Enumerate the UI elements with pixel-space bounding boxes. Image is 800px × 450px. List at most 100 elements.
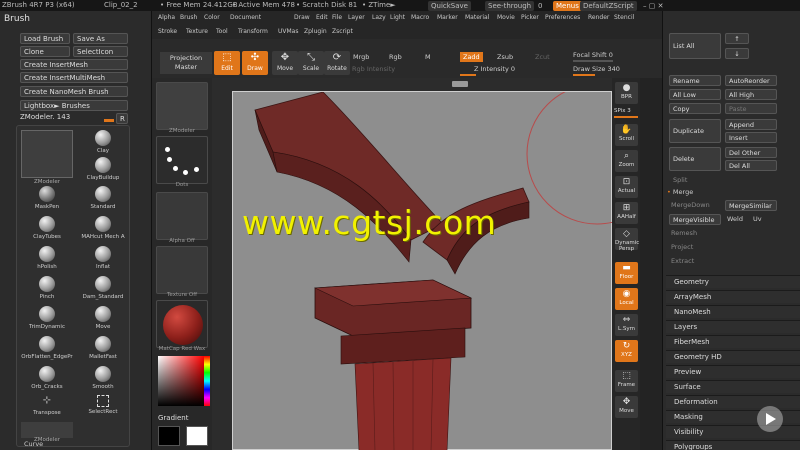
nanomesh-subpalette[interactable]: NanoMesh <box>666 305 800 318</box>
create-nanomesh-button[interactable]: Create NanoMesh Brush <box>20 86 128 97</box>
menu-zscript[interactable]: Zscript <box>332 28 353 35</box>
paste-button[interactable]: Paste <box>725 103 777 114</box>
rgb-button[interactable]: Rgb <box>389 53 402 61</box>
curve-subpalette[interactable]: Curve <box>24 440 43 448</box>
list-all-button[interactable]: List All <box>669 33 721 59</box>
brush-move[interactable]: Move <box>75 306 131 334</box>
bpr-button[interactable]: ● BPR <box>615 82 638 104</box>
viewport-scroll-handle[interactable] <box>452 81 468 87</box>
floor-button[interactable]: ▬ Floor <box>615 262 638 284</box>
mrgb-button[interactable]: Mrgb <box>353 53 369 61</box>
menus-button[interactable]: Menus <box>553 1 582 11</box>
menu-marker[interactable]: Marker <box>437 14 458 21</box>
menu-lazy[interactable]: Lazy <box>372 14 386 21</box>
m-button[interactable]: M <box>425 53 431 61</box>
menu-light[interactable]: Light <box>390 14 405 21</box>
split-subpalette[interactable]: Split <box>673 176 687 184</box>
zoom-button[interactable]: ⌕ Zoom <box>615 150 638 172</box>
menu-draw[interactable]: Draw <box>294 14 310 21</box>
r-button[interactable]: R <box>116 113 128 124</box>
menu-picker[interactable]: Picker <box>521 14 539 21</box>
brush-claytubes[interactable]: ClayTubes <box>19 216 75 244</box>
zmodeler-thumb[interactable] <box>21 130 73 178</box>
zcut-button[interactable]: Zcut <box>535 53 550 61</box>
uv-button[interactable]: Uv <box>753 215 762 223</box>
brush-maskpen[interactable]: MaskPen <box>19 186 75 214</box>
brush-slider[interactable] <box>104 119 114 122</box>
tool-thumbnail[interactable] <box>156 82 208 130</box>
mergevisible-button[interactable]: MergeVisible <box>669 214 721 225</box>
spix-slider[interactable]: SPix 3 <box>614 108 631 114</box>
brush-orbflatten[interactable]: OrbFlatten_EdgePr <box>19 336 75 364</box>
menu-zplugin[interactable]: Zplugin <box>304 28 327 35</box>
brush-dam-standard[interactable]: Dam_Standard <box>75 276 131 304</box>
brush-pinch[interactable]: Pinch <box>19 276 75 304</box>
create-insertmesh-button[interactable]: Create InsertMesh <box>20 59 128 70</box>
menu-color[interactable]: Color <box>204 14 220 21</box>
arraymesh-subpalette[interactable]: ArrayMesh <box>666 290 800 303</box>
deformation-subpalette[interactable]: Deformation <box>666 395 800 408</box>
load-brush-button[interactable]: Load Brush <box>20 33 70 44</box>
del-other-button[interactable]: Del Other <box>725 147 777 158</box>
select-icon-button[interactable]: SelectIcon <box>73 46 128 57</box>
focal-shift-slider[interactable]: Focal Shift 0 <box>573 51 613 59</box>
zmodeler-thumb-bottom[interactable] <box>21 422 73 438</box>
move-up-button[interactable]: ↑ <box>725 33 749 44</box>
stroke-thumbnail[interactable] <box>156 136 208 184</box>
rgb-intensity-slider[interactable]: Rgb Intensity <box>352 65 395 73</box>
lightbox-brushes-button[interactable]: Lightbox► Brushes <box>20 100 128 111</box>
autoreorder-button[interactable]: AutoReorder <box>725 75 777 86</box>
extract-subpalette[interactable]: Extract <box>671 257 694 265</box>
menu-stroke[interactable]: Stroke <box>158 28 177 35</box>
project-subpalette[interactable]: Project <box>671 243 693 251</box>
document-canvas[interactable] <box>232 83 668 450</box>
brush-selectrect[interactable]: SelectRect <box>75 394 131 422</box>
duplicate-button[interactable]: Duplicate <box>669 119 721 143</box>
brush-standard[interactable]: Standard <box>75 186 131 214</box>
mergedown-button[interactable]: MergeDown <box>671 201 710 209</box>
primary-color-swatch[interactable] <box>158 426 180 446</box>
brush-mahcut-mech[interactable]: MAHcut Mech A <box>75 216 131 244</box>
frame-button[interactable]: ⬚ Frame <box>615 370 638 392</box>
preview-subpalette[interactable]: Preview <box>666 365 800 378</box>
delete-button[interactable]: Delete <box>669 147 721 171</box>
menu-tool[interactable]: Tool <box>216 28 228 35</box>
geometry-subpalette[interactable]: Geometry <box>666 275 800 288</box>
append-button[interactable]: Append <box>725 119 777 130</box>
move-down-button[interactable]: ↓ <box>725 48 749 59</box>
brush-malletfast[interactable]: MalletFast <box>75 336 131 364</box>
save-as-button[interactable]: Save As <box>73 33 128 44</box>
brush-orb-cracks[interactable]: Orb_Cracks <box>19 366 75 394</box>
xyz-button[interactable]: ↻ XYZ <box>615 340 638 362</box>
alpha-thumbnail[interactable] <box>156 192 208 240</box>
clone-button[interactable]: Clone <box>20 46 70 57</box>
texture-thumbnail[interactable] <box>156 246 208 294</box>
surface-subpalette[interactable]: Surface <box>666 380 800 393</box>
mergesimilar-button[interactable]: MergeSimilar <box>725 200 777 211</box>
menu-document[interactable]: Document <box>230 14 261 21</box>
rename-button[interactable]: Rename <box>669 75 721 86</box>
fibermesh-subpalette[interactable]: FiberMesh <box>666 335 800 348</box>
menu-preferences[interactable]: Preferences <box>545 14 580 21</box>
menu-stencil[interactable]: Stencil <box>614 14 634 21</box>
merge-subpalette[interactable]: • Merge <box>667 188 693 196</box>
remesh-subpalette[interactable]: Remesh <box>671 229 697 237</box>
seethrough-slider[interactable]: See-through <box>485 1 535 11</box>
menu-layer[interactable]: Layer <box>348 14 365 21</box>
defaultzscript-button[interactable]: DefaultZScript <box>580 1 637 11</box>
draw-size-slider[interactable]: Draw Size 340 <box>573 65 620 73</box>
menu-uvmas[interactable]: UVMas <box>278 28 298 35</box>
scale-button[interactable]: ⤡ Scale <box>298 51 324 75</box>
copy-button[interactable]: Copy <box>669 103 721 114</box>
menu-alpha[interactable]: Alpha <box>158 14 175 21</box>
brush-hpolish[interactable]: hPolish <box>19 246 75 274</box>
material-thumbnail[interactable] <box>156 300 208 348</box>
z-intensity-slider[interactable]: Z Intensity 0 <box>474 65 515 73</box>
secondary-color-swatch[interactable] <box>186 426 208 446</box>
zsub-button[interactable]: Zsub <box>497 53 513 61</box>
persp-button[interactable]: ◇ Dynamic Persp <box>615 228 639 252</box>
brush-transpose[interactable]: ⊹ Transpose <box>19 394 75 422</box>
polygroups-subpalette[interactable]: Polygroups <box>666 440 800 450</box>
menu-material[interactable]: Material <box>465 14 489 21</box>
edit-button[interactable]: ⬚ Edit <box>214 51 240 75</box>
